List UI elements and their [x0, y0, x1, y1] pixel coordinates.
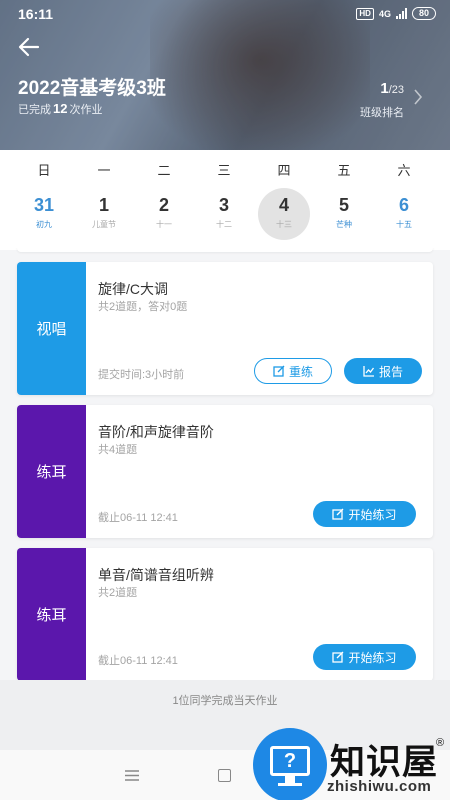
retry-button[interactable]: 重练	[254, 358, 332, 384]
weekday-wed: 三	[217, 163, 231, 178]
week-calendar: 日 一 二 三 四 五 六 31 初九 1 儿童节 2 十一 3 十二 4 十三…	[0, 150, 450, 250]
back-arrow-icon[interactable]	[16, 34, 42, 60]
date-lunar: 儿童节	[92, 220, 116, 229]
rank-value: 1/23	[360, 80, 404, 97]
date-number: 6	[398, 195, 409, 215]
assignment-title: 旋律/C大调	[98, 281, 168, 297]
date-3[interactable]: 3 十二	[194, 195, 254, 245]
assignment-type-tag: 练耳	[17, 405, 86, 538]
class-ranking[interactable]: 1/23 班级排名	[360, 80, 404, 120]
weekday-tue: 二	[157, 163, 171, 178]
edit-icon	[332, 508, 344, 520]
status-icons: HD 4G 80	[356, 7, 436, 20]
date-number: 1	[98, 195, 109, 215]
date-1[interactable]: 1 儿童节	[74, 195, 134, 245]
date-number: 5	[338, 195, 349, 215]
list-item	[17, 248, 433, 252]
rank-current: 1	[380, 80, 389, 97]
date-6[interactable]: 6 十五	[374, 195, 434, 245]
date-2[interactable]: 2 十一	[134, 195, 194, 245]
date-31[interactable]: 31 初九	[14, 195, 74, 245]
assignment-summary: 共4道题	[98, 444, 138, 456]
monitor-base	[278, 783, 302, 786]
assignment-card[interactable]: 练耳 音阶/和声旋律音阶 共4道题 截止06-11 12:41 开始练习	[17, 405, 433, 538]
start-practice-button[interactable]: 开始练习	[313, 644, 416, 670]
report-label: 报告	[378, 364, 403, 379]
battery-icon: 80	[411, 7, 436, 20]
signal-icon	[395, 8, 407, 19]
assignment-submit-time: 提交时间:3小时前	[98, 369, 185, 381]
assignment-type-tag: 视唱	[17, 262, 86, 395]
status-time: 16:11	[18, 6, 54, 22]
assignment-summary: 共2道题，答对0题	[98, 301, 188, 313]
rank-label: 班级排名	[360, 107, 404, 119]
monitor-stand	[285, 776, 295, 783]
edit-icon	[332, 651, 344, 663]
date-number: 31	[33, 195, 55, 215]
weekday-sat: 六	[397, 163, 411, 178]
status-bar: 16:11 HD 4G 80	[0, 0, 450, 28]
weekday-mon: 一	[97, 163, 111, 178]
home-icon[interactable]	[218, 769, 231, 782]
watermark-registered: ®	[436, 737, 445, 749]
completed-prefix: 已完成	[18, 104, 51, 116]
assignment-summary: 共2道题	[98, 587, 138, 599]
date-number: 4	[278, 195, 289, 215]
start-practice-label: 开始练习	[348, 507, 397, 522]
assignment-list[interactable]: 视唱 旋律/C大调 共2道题，答对0题 提交时间:3小时前 重练 报告 练耳 音…	[0, 248, 450, 680]
date-4-selected[interactable]: 4 十三	[254, 188, 314, 245]
edit-icon	[273, 365, 285, 377]
completed-number: 12	[53, 101, 68, 116]
date-lunar: 十五	[396, 220, 412, 229]
completed-suffix: 次作业	[69, 104, 103, 116]
date-lunar: 十一	[156, 220, 172, 229]
class-header: 16:11 HD 4G 80 2022音基考级3班 已完成 12 次作业 1/23 …	[0, 0, 450, 150]
assignment-card[interactable]: 视唱 旋律/C大调 共2道题，答对0题 提交时间:3小时前 重练 报告	[17, 262, 433, 395]
weekday-row: 日 一 二 三 四 五 六	[0, 160, 450, 179]
assignment-type-tag: 练耳	[17, 548, 86, 680]
date-lunar: 初九	[36, 220, 52, 229]
rank-total: /23	[388, 84, 404, 96]
assignment-title: 音阶/和声旋律音阶	[98, 424, 214, 440]
weekday-thu: 四	[277, 163, 291, 178]
page-title: 2022音基考级3班	[18, 78, 166, 99]
assignment-deadline: 截止06-11 12:41	[98, 655, 178, 667]
date-lunar: 十二	[216, 220, 232, 229]
date-number: 2	[158, 195, 169, 215]
watermark-url: zhishiwu.com	[327, 778, 432, 795]
date-5[interactable]: 5 芒种	[314, 195, 374, 245]
weekday-sun: 日	[37, 163, 51, 178]
assignment-title: 单音/简谱音组听辨	[98, 567, 214, 583]
question-monitor-icon: ?	[270, 746, 310, 776]
completed-count: 已完成 12 次作业	[18, 101, 102, 117]
retry-label: 重练	[288, 364, 313, 379]
chevron-right-icon[interactable]	[412, 87, 424, 107]
report-button[interactable]: 报告	[344, 358, 422, 384]
assignment-card[interactable]: 练耳 单音/简谱音组听辨 共2道题 截止06-11 12:41 开始练习	[17, 548, 433, 680]
assignment-deadline: 截止06-11 12:41	[98, 512, 178, 524]
hd-badge: HD	[356, 7, 374, 20]
chart-icon	[363, 366, 375, 377]
menu-icon[interactable]	[125, 770, 139, 781]
start-practice-button[interactable]: 开始练习	[313, 501, 416, 527]
date-lunar: 十三	[276, 220, 292, 229]
date-lunar: 芒种	[336, 220, 352, 229]
date-number: 3	[218, 195, 229, 215]
start-practice-label: 开始练习	[348, 650, 397, 665]
weekday-fri: 五	[337, 163, 351, 178]
watermark-logo: ?	[253, 728, 327, 800]
network-label: 4G	[378, 8, 391, 19]
date-row: 31 初九 1 儿童节 2 十一 3 十二 4 十三 5 芒种 6 十五	[0, 188, 450, 245]
